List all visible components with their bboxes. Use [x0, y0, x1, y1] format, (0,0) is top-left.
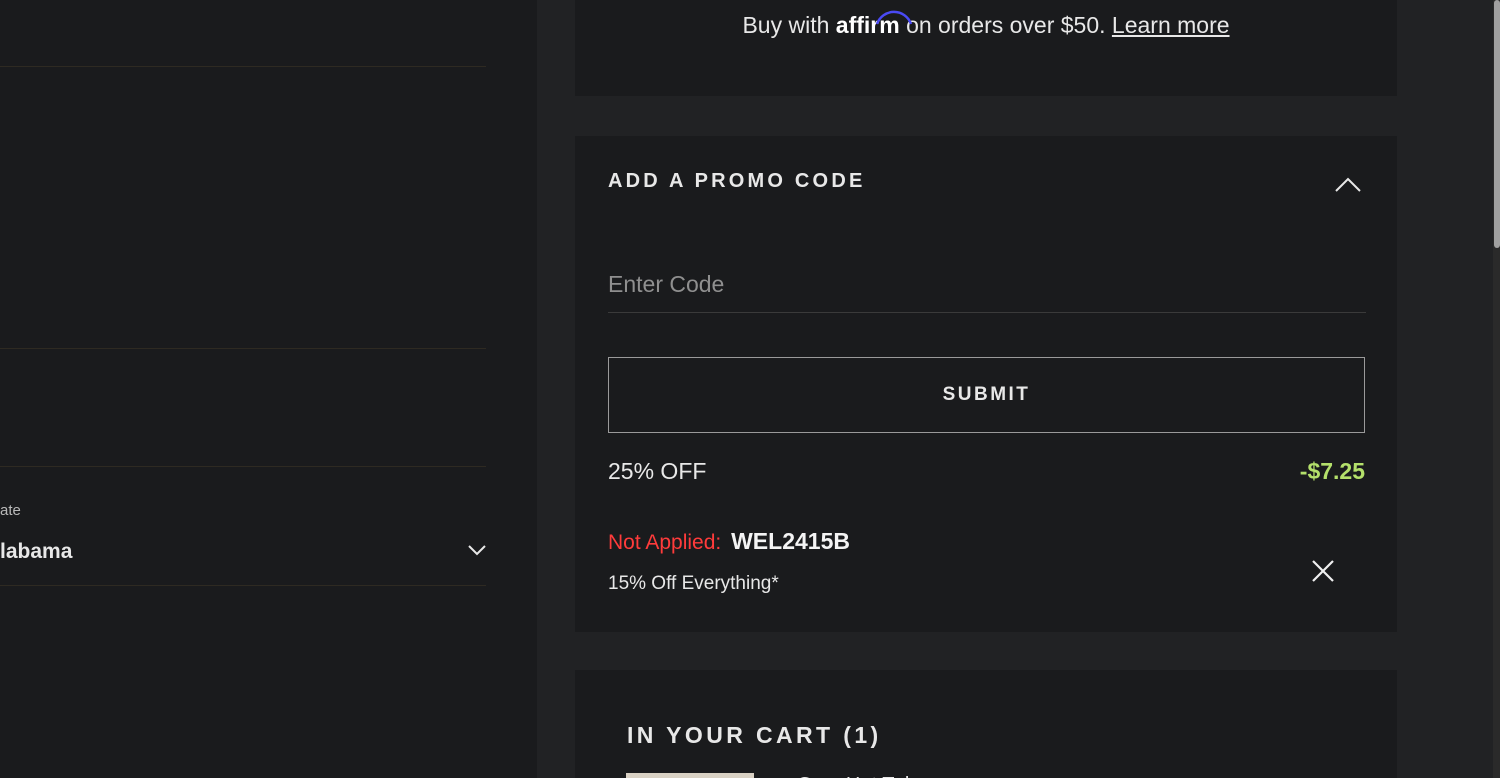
cart-item-thumbnail[interactable] — [626, 773, 754, 778]
promo-code-section: ADD A PROMO CODE SUBMIT 25% OFF -$7.25 N… — [575, 136, 1397, 632]
affirm-prefix: Buy with — [742, 12, 830, 38]
close-icon[interactable] — [1311, 559, 1335, 583]
order-summary-panel: Buy with affirm on orders over $50. Lear… — [537, 0, 1493, 778]
learn-more-link[interactable]: Learn more — [1112, 12, 1230, 38]
state-select[interactable]: labama — [0, 540, 72, 564]
submit-promo-button[interactable]: SUBMIT — [608, 357, 1365, 433]
affirm-message: Buy with affirm on orders over $50. Lear… — [575, 10, 1397, 39]
not-applied-code-description: 15% Off Everything* — [608, 573, 779, 594]
field-divider — [0, 66, 486, 67]
affirm-logo: affirm — [836, 10, 912, 39]
chevron-up-icon[interactable] — [1335, 176, 1361, 192]
cart-item-name[interactable]: Grey Hot Tub — [797, 770, 916, 778]
state-field-label: ate — [0, 502, 21, 519]
promo-section-title: ADD A PROMO CODE — [608, 170, 866, 192]
field-divider — [0, 348, 486, 349]
scrollbar-thumb[interactable] — [1494, 0, 1500, 248]
not-applied-code-row: Not Applied: WEL2415B — [608, 528, 850, 555]
applied-discount-amount: -$7.25 — [1299, 458, 1365, 484]
chevron-down-icon[interactable] — [468, 544, 486, 556]
not-applied-label: Not Applied: — [608, 531, 722, 554]
promo-code-input[interactable] — [608, 256, 1366, 313]
cart-title: IN YOUR CART (1) — [627, 722, 882, 748]
cart-section: IN YOUR CART (1) Grey Hot Tub — [575, 670, 1397, 778]
affirm-arc-icon — [875, 10, 912, 25]
affirm-suffix: on orders over $50. — [906, 12, 1106, 38]
not-applied-code: WEL2415B — [731, 528, 850, 554]
applied-discount-label: 25% OFF — [608, 458, 707, 484]
affirm-banner: Buy with affirm on orders over $50. Lear… — [575, 0, 1397, 96]
field-divider — [0, 466, 486, 467]
shipping-form-panel: ate labama — [0, 0, 537, 778]
field-divider — [0, 585, 486, 586]
